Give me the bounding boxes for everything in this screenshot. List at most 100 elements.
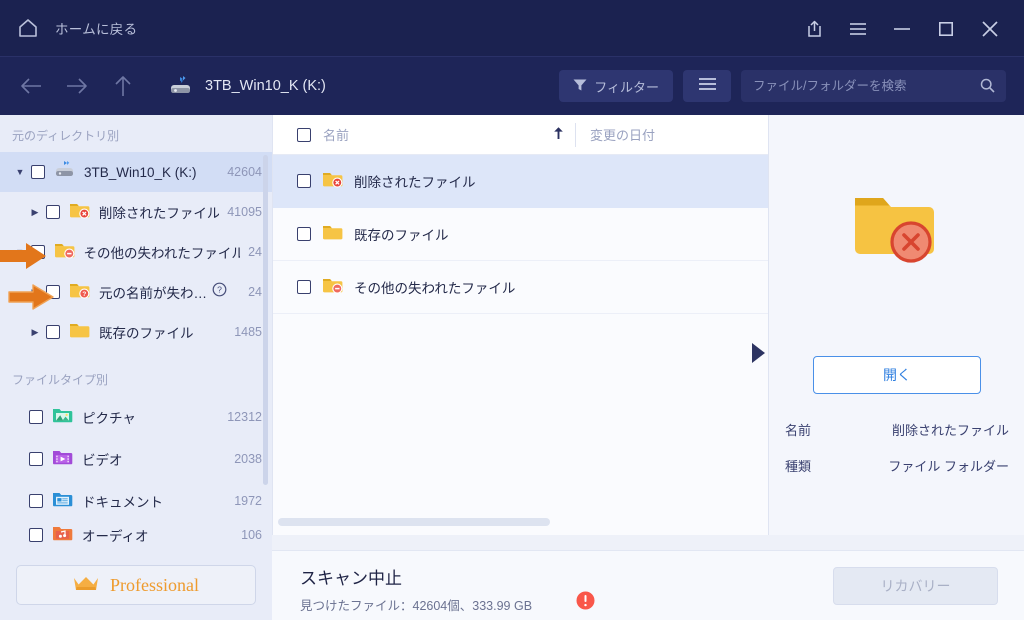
collapse-panel-triangle-icon[interactable]	[752, 343, 765, 363]
tree-item-label: 削除されたファイル	[99, 202, 219, 222]
svg-text:?: ?	[82, 291, 86, 298]
export-button[interactable]	[792, 0, 836, 57]
tree-checkbox[interactable]	[46, 205, 60, 219]
title-bar: ホームに戻る	[0, 0, 1024, 57]
file-list-header: 名前 変更の日付	[273, 115, 768, 155]
file-list-horizontal-scrollbar[interactable]	[278, 518, 550, 526]
filetype-label: ピクチャ	[82, 407, 136, 427]
tree-checkbox[interactable]	[46, 325, 60, 339]
folder-deleted-icon	[322, 169, 344, 193]
annotation-arrow-outline	[8, 283, 56, 316]
preview-panel: 開く 名前 削除されたファイル 種類 ファイル フォルダー	[768, 115, 1024, 535]
folder-plain-icon	[322, 222, 344, 246]
open-button-label: 開く	[883, 365, 911, 385]
filetype-label: ビデオ	[82, 449, 123, 469]
column-header-date[interactable]: 変更の日付	[590, 125, 655, 144]
filetype-label: ドキュメント	[82, 491, 163, 511]
warning-circle-icon[interactable]	[576, 591, 595, 615]
audio-folder-icon	[52, 524, 73, 547]
file-row-other-lost-files[interactable]: その他の失われたファイル	[273, 261, 768, 314]
folder-plain-icon	[69, 320, 91, 344]
hard-drive-icon	[54, 161, 76, 184]
maximize-button[interactable]	[924, 0, 968, 57]
column-header-name[interactable]: 名前	[323, 125, 349, 144]
menu-button[interactable]	[836, 0, 880, 57]
folder-deleted-large-icon	[851, 187, 943, 272]
sidebar-scrollbar[interactable]	[263, 155, 268, 485]
filetype-item-videos[interactable]: ビデオ 2038	[0, 438, 272, 480]
recover-button[interactable]: リカバリー	[833, 567, 998, 605]
filter-button[interactable]: フィルター	[559, 70, 673, 102]
forward-button[interactable]	[60, 69, 94, 103]
file-row-name: 削除されたファイル	[354, 171, 476, 191]
row-checkbox[interactable]	[297, 280, 311, 294]
chevron-right-icon[interactable]: ▶	[27, 207, 43, 218]
preview-field-value: 削除されたファイル	[892, 420, 1009, 439]
search-box[interactable]	[741, 70, 1006, 102]
tree-item-count: 24	[240, 285, 262, 299]
tree-checkbox[interactable]	[31, 165, 45, 179]
tree-item-count: 41095	[219, 205, 262, 219]
scan-status-subtitle: 見つけたファイル：42604個、333.99 GB	[300, 595, 532, 614]
search-icon[interactable]	[980, 78, 995, 98]
tree-item-deleted-files[interactable]: ▶ 削除されたファイル 41095	[0, 192, 272, 232]
file-row-deleted-files[interactable]: 削除されたファイル	[273, 155, 768, 208]
tree-item-count: 24	[240, 245, 262, 259]
chevron-right-icon[interactable]: ▶	[27, 327, 43, 338]
filetype-count: 1972	[234, 494, 262, 508]
help-circle-icon[interactable]: ?	[212, 282, 227, 302]
up-button[interactable]	[106, 69, 140, 103]
close-button[interactable]	[968, 0, 1012, 57]
filetype-checkbox[interactable]	[29, 528, 43, 542]
scan-status-title: スキャン中止	[300, 564, 402, 589]
funnel-icon	[573, 78, 587, 95]
tree-item-label: 既存のファイル	[99, 322, 194, 342]
filter-label: フィルター	[594, 77, 659, 96]
sort-asc-icon[interactable]	[553, 126, 564, 143]
search-input[interactable]	[753, 79, 968, 93]
folder-deleted-icon	[69, 200, 91, 224]
breadcrumb[interactable]: 3TB_Win10_K (K:)	[168, 75, 326, 97]
filetype-checkbox[interactable]	[29, 494, 43, 508]
video-folder-icon	[52, 448, 73, 471]
tree-item-existing-files[interactable]: ▶ 既存のファイル 1485	[0, 312, 272, 352]
file-row-name: その他の失われたファイル	[354, 277, 515, 297]
folder-lost-icon	[322, 275, 344, 299]
file-list-panel: 名前 変更の日付 削除されたファイル 既存のファイル	[272, 115, 768, 535]
file-row-existing-files[interactable]: 既存のファイル	[273, 208, 768, 261]
professional-upgrade-button[interactable]: Professional	[16, 565, 256, 605]
open-button[interactable]: 開く	[813, 356, 981, 394]
status-bar: スキャン中止 見つけたファイル：42604個、333.99 GB リカバリー	[272, 550, 1024, 620]
list-view-button[interactable]	[683, 70, 731, 102]
professional-label: Professional	[110, 575, 199, 596]
filetype-count: 2038	[234, 452, 262, 466]
tree-item-label: 元の名前が失わ…	[99, 282, 207, 302]
row-checkbox[interactable]	[297, 227, 311, 241]
filetype-item-audio[interactable]: オーディオ 106	[0, 522, 272, 548]
filetype-count: 12312	[227, 410, 262, 424]
folder-lost-icon	[54, 240, 76, 264]
directory-section-title: 元のディレクトリ別	[0, 115, 272, 152]
filetype-item-pictures[interactable]: ピクチャ 12312	[0, 396, 272, 438]
picture-folder-icon	[52, 406, 73, 429]
home-button[interactable]: ホームに戻る	[17, 17, 137, 39]
back-button[interactable]	[14, 69, 48, 103]
preview-field-type: 種類 ファイル フォルダー	[785, 456, 1009, 475]
tree-item-count: 1485	[226, 325, 262, 339]
chevron-down-icon[interactable]: ▼	[12, 167, 28, 177]
tree-item-label: その他の失われたファイル	[84, 242, 241, 262]
list-view-icon	[698, 77, 717, 96]
select-all-checkbox[interactable]	[297, 128, 311, 142]
preview-field-key: 種類	[785, 456, 811, 475]
file-row-name: 既存のファイル	[354, 224, 449, 244]
filetype-checkbox[interactable]	[29, 452, 43, 466]
recover-button-label: リカバリー	[881, 576, 951, 596]
tree-item-drive[interactable]: ▼ 3TB_Win10_K (K:) 42604	[0, 152, 272, 192]
minimize-button[interactable]	[880, 0, 924, 57]
row-checkbox[interactable]	[297, 174, 311, 188]
navigation-bar: 3TB_Win10_K (K:) フィルター	[0, 57, 1024, 115]
column-divider	[575, 123, 576, 147]
filetype-checkbox[interactable]	[29, 410, 43, 424]
professional-area: Professional	[0, 550, 272, 620]
filetype-item-documents[interactable]: ドキュメント 1972	[0, 480, 272, 522]
